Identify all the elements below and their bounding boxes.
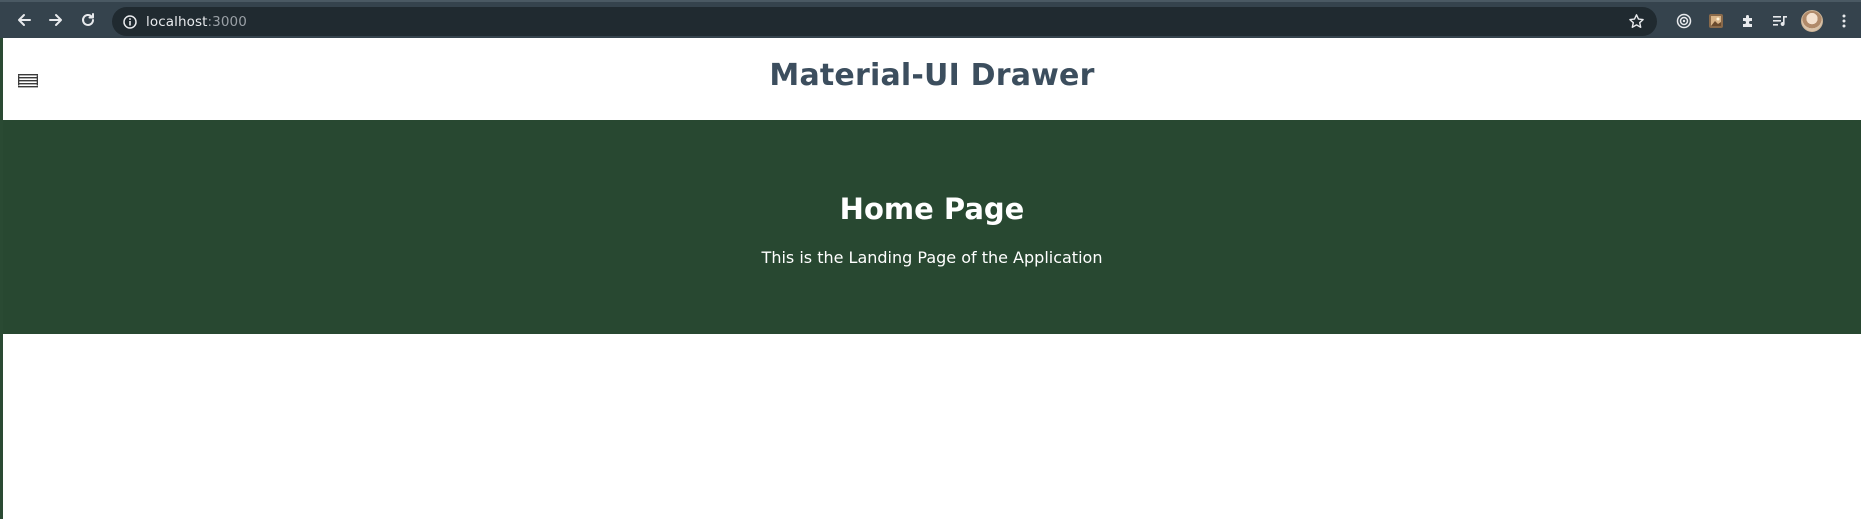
url-port: :3000	[207, 13, 247, 30]
browser-menu-button[interactable]	[1828, 10, 1860, 32]
queue-icon	[1773, 16, 1787, 26]
hero-banner: Home Page This is the Landing Page of th…	[3, 120, 1861, 334]
arrow-left-icon	[18, 14, 31, 26]
puzzle-icon	[1743, 15, 1752, 27]
info-icon[interactable]	[122, 14, 138, 30]
kebab-menu-icon	[1842, 14, 1846, 28]
extensions-button[interactable]	[1732, 10, 1764, 32]
page-subtitle: This is the Landing Page of the Applicat…	[761, 248, 1103, 267]
back-button[interactable]	[8, 4, 40, 36]
target-extension-button[interactable]	[1668, 10, 1700, 32]
arrow-right-icon	[49, 14, 62, 26]
photo-extension-icon	[1709, 14, 1723, 28]
app-title: Material-UI Drawer	[769, 58, 1095, 93]
app-bar: Material-UI Drawer	[3, 38, 1861, 120]
star-icon[interactable]	[1628, 13, 1645, 30]
target-icon	[1676, 13, 1692, 29]
avatar	[1801, 10, 1823, 32]
address-bar[interactable]: localhost:3000	[112, 7, 1657, 36]
url-host: localhost	[146, 13, 208, 30]
photo-extension-button[interactable]	[1700, 10, 1732, 32]
profile-button[interactable]	[1796, 10, 1828, 32]
forward-button[interactable]	[40, 4, 72, 36]
page-heading: Home Page	[839, 192, 1025, 226]
browser-toolbar: localhost:3000	[0, 0, 1861, 38]
reload-icon	[82, 13, 94, 26]
extensions-area	[1668, 10, 1860, 32]
url-text[interactable]: localhost:3000	[146, 14, 247, 30]
reload-button[interactable]	[72, 4, 104, 36]
reading-list-button[interactable]	[1764, 10, 1796, 32]
